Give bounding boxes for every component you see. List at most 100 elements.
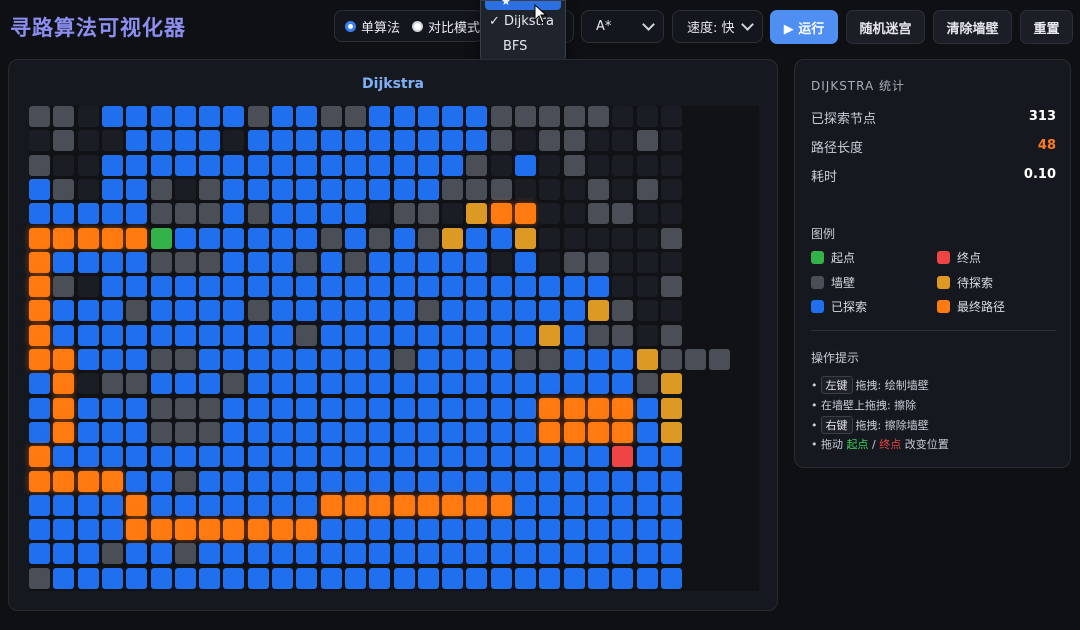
- explored-cell[interactable]: [296, 154, 318, 176]
- wall-cell[interactable]: [685, 349, 707, 370]
- explored-cell[interactable]: [174, 154, 196, 176]
- empty-cell[interactable]: [660, 178, 682, 200]
- explored-cell[interactable]: [320, 543, 342, 565]
- empty-cell[interactable]: [101, 130, 123, 152]
- explored-cell[interactable]: [636, 567, 658, 589]
- explored-cell[interactable]: [199, 324, 221, 346]
- explored-cell[interactable]: [126, 251, 148, 273]
- explored-cell[interactable]: [612, 567, 634, 589]
- explored-cell[interactable]: [174, 106, 196, 127]
- explored-cell[interactable]: [53, 324, 75, 346]
- explored-cell[interactable]: [150, 543, 172, 565]
- explored-cell[interactable]: [126, 130, 148, 152]
- empty-cell[interactable]: [442, 203, 464, 225]
- wall-cell[interactable]: [539, 130, 561, 152]
- explored-cell[interactable]: [466, 276, 488, 298]
- explored-cell[interactable]: [296, 373, 318, 395]
- explored-cell[interactable]: [296, 300, 318, 322]
- empty-cell[interactable]: [612, 154, 634, 176]
- explored-cell[interactable]: [563, 470, 585, 492]
- wall-cell[interactable]: [296, 324, 318, 346]
- wall-cell[interactable]: [199, 251, 221, 273]
- wall-cell[interactable]: [563, 154, 585, 176]
- explored-cell[interactable]: [515, 494, 536, 516]
- explored-cell[interactable]: [344, 543, 366, 565]
- wall-cell[interactable]: [587, 203, 609, 225]
- explored-cell[interactable]: [515, 300, 536, 322]
- explored-cell[interactable]: [369, 251, 391, 273]
- explored-cell[interactable]: [636, 543, 658, 565]
- explored-cell[interactable]: [320, 276, 342, 298]
- path-cell[interactable]: [150, 519, 172, 541]
- path-cell[interactable]: [442, 494, 464, 516]
- explored-cell[interactable]: [636, 397, 658, 419]
- explored-cell[interactable]: [660, 543, 682, 565]
- explored-cell[interactable]: [150, 494, 172, 516]
- empty-cell[interactable]: [77, 106, 99, 127]
- explored-cell[interactable]: [344, 178, 366, 200]
- explored-cell[interactable]: [344, 567, 366, 589]
- explored-cell[interactable]: [587, 470, 609, 492]
- explored-cell[interactable]: [272, 543, 293, 565]
- explored-cell[interactable]: [466, 543, 488, 565]
- explored-cell[interactable]: [174, 373, 196, 395]
- explored-cell[interactable]: [442, 349, 464, 370]
- explored-cell[interactable]: [272, 251, 293, 273]
- explored-cell[interactable]: [150, 276, 172, 298]
- wall-cell[interactable]: [247, 300, 269, 322]
- empty-cell[interactable]: [490, 251, 512, 273]
- path-cell[interactable]: [539, 397, 561, 419]
- empty-cell[interactable]: [369, 203, 391, 225]
- explored-cell[interactable]: [247, 446, 269, 468]
- path-cell[interactable]: [369, 494, 391, 516]
- empty-cell[interactable]: [612, 227, 634, 249]
- explored-cell[interactable]: [199, 543, 221, 565]
- explored-cell[interactable]: [199, 446, 221, 468]
- wall-cell[interactable]: [709, 349, 731, 370]
- explored-cell[interactable]: [126, 349, 148, 370]
- wall-cell[interactable]: [150, 178, 172, 200]
- explored-cell[interactable]: [247, 349, 269, 370]
- wall-cell[interactable]: [515, 106, 536, 127]
- explored-cell[interactable]: [515, 373, 536, 395]
- explored-cell[interactable]: [539, 519, 561, 541]
- explored-cell[interactable]: [344, 300, 366, 322]
- empty-cell[interactable]: [77, 154, 99, 176]
- frontier-cell[interactable]: [515, 227, 536, 249]
- explored-cell[interactable]: [563, 446, 585, 468]
- empty-cell[interactable]: [515, 178, 536, 200]
- wall-cell[interactable]: [174, 397, 196, 419]
- explored-cell[interactable]: [199, 349, 221, 370]
- path-cell[interactable]: [101, 470, 123, 492]
- explored-cell[interactable]: [344, 446, 366, 468]
- explored-cell[interactable]: [29, 519, 50, 541]
- wall-cell[interactable]: [539, 349, 561, 370]
- explored-cell[interactable]: [101, 203, 123, 225]
- explored-cell[interactable]: [223, 397, 245, 419]
- wall-cell[interactable]: [442, 178, 464, 200]
- explored-cell[interactable]: [223, 227, 245, 249]
- explored-cell[interactable]: [126, 106, 148, 127]
- explored-cell[interactable]: [296, 494, 318, 516]
- explored-cell[interactable]: [660, 567, 682, 589]
- explored-cell[interactable]: [587, 494, 609, 516]
- explored-cell[interactable]: [150, 324, 172, 346]
- path-cell[interactable]: [199, 519, 221, 541]
- wall-cell[interactable]: [29, 154, 50, 176]
- explored-cell[interactable]: [369, 276, 391, 298]
- end-cell[interactable]: [612, 446, 634, 468]
- explored-cell[interactable]: [417, 567, 439, 589]
- explored-cell[interactable]: [442, 154, 464, 176]
- explored-cell[interactable]: [101, 154, 123, 176]
- empty-cell[interactable]: [636, 227, 658, 249]
- explored-cell[interactable]: [515, 154, 536, 176]
- explored-cell[interactable]: [515, 421, 536, 443]
- wall-cell[interactable]: [150, 349, 172, 370]
- explored-cell[interactable]: [393, 397, 415, 419]
- wall-cell[interactable]: [150, 397, 172, 419]
- explored-cell[interactable]: [272, 154, 293, 176]
- explored-cell[interactable]: [199, 300, 221, 322]
- run-button[interactable]: ▶ 运行: [770, 10, 838, 44]
- explored-cell[interactable]: [636, 494, 658, 516]
- explored-cell[interactable]: [272, 470, 293, 492]
